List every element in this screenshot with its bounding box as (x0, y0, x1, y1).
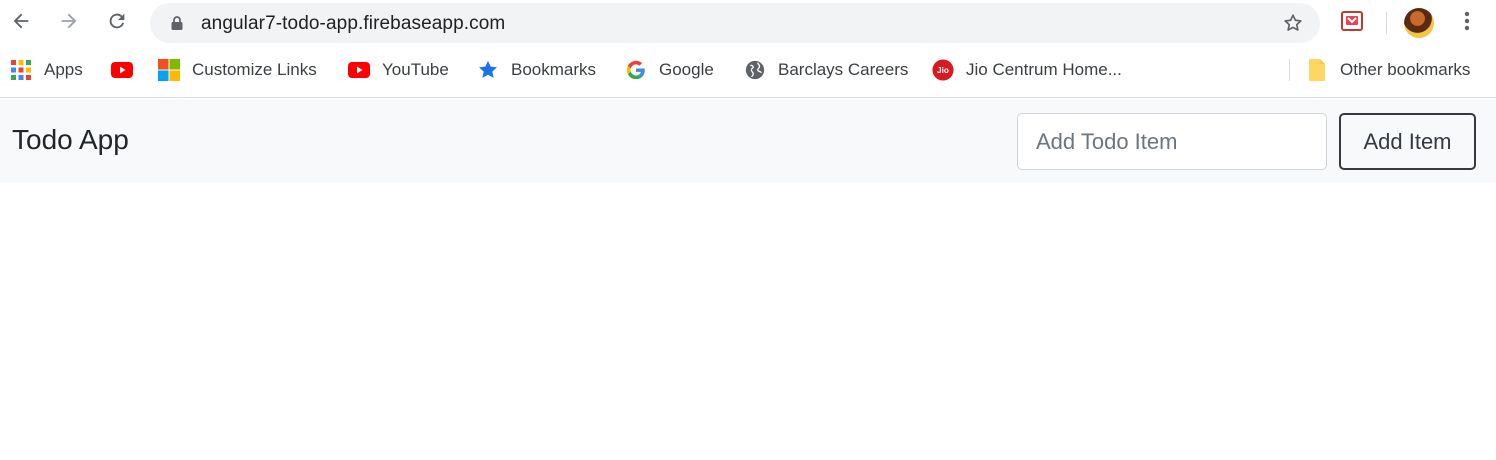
svg-text:Jio: Jio (937, 66, 949, 75)
pocket-icon (1340, 9, 1364, 38)
folder-icon (1306, 59, 1328, 81)
lock-icon (169, 15, 185, 31)
todo-input[interactable] (1017, 113, 1327, 170)
globe-icon (744, 59, 766, 81)
bookmark-label: Bookmarks (511, 60, 597, 79)
bookmark-other-bookmarks[interactable]: Other bookmarks (1306, 57, 1470, 83)
add-item-button[interactable]: Add Item (1339, 113, 1476, 170)
star-icon (477, 59, 499, 81)
profile-avatar[interactable] (1404, 8, 1434, 38)
bookmark-label: Customize Links (192, 60, 317, 79)
app-navbar: Todo App Add Item (0, 99, 1496, 183)
bookmark-barclays-careers[interactable]: Barclays Careers (744, 57, 908, 83)
bookmark-youtube[interactable]: YouTube (348, 57, 449, 83)
bookmark-label: Barclays Careers (778, 60, 909, 79)
jio-icon: Jio (932, 59, 954, 81)
bookmark-customize-links[interactable]: Customize Links (158, 57, 317, 83)
bookmark-label: Jio Centrum Home... (966, 60, 1122, 79)
url-text[interactable]: angular7-todo-app.firebaseapp.com (201, 13, 505, 35)
bookmark-apps[interactable]: Apps (10, 57, 83, 83)
microsoft-icon (158, 59, 180, 81)
bookmark-bookmarks[interactable]: Bookmarks (477, 57, 596, 83)
toolbar-divider (1386, 12, 1387, 34)
youtube-icon (348, 59, 370, 81)
arrow-right-icon (58, 10, 80, 37)
todo-list-area (0, 183, 1496, 460)
bookmark-label: Other bookmarks (1340, 60, 1471, 79)
pocket-extension-button[interactable] (1337, 9, 1367, 37)
browser-menu-button[interactable] (1456, 9, 1478, 37)
browser-toolbar: angular7-todo-app.firebaseapp.com (0, 0, 1496, 46)
bookmark-label: YouTube (382, 60, 449, 79)
bookmark-label: Google (659, 60, 714, 79)
bookmarks-divider (1289, 59, 1290, 81)
youtube-icon (111, 59, 133, 81)
bookmark-youtube-icon-only[interactable] (111, 57, 133, 83)
address-bar[interactable]: angular7-todo-app.firebaseapp.com (150, 3, 1320, 43)
google-icon (625, 59, 647, 81)
apps-grid-icon (10, 59, 32, 81)
back-button[interactable] (5, 7, 37, 39)
star-icon[interactable] (1282, 12, 1304, 34)
arrow-left-icon (10, 10, 32, 37)
reload-button[interactable] (101, 7, 133, 39)
bookmark-google[interactable]: Google (625, 57, 714, 83)
bookmark-label: Apps (44, 60, 83, 79)
forward-button[interactable] (53, 7, 85, 39)
reload-icon (106, 10, 128, 37)
app-brand[interactable]: Todo App (12, 124, 129, 156)
kebab-menu-icon (1464, 11, 1470, 36)
bookmarks-bar: Apps Customize Links YouTube Bookmarks G… (0, 46, 1496, 98)
bookmark-jio-centrum[interactable]: Jio Jio Centrum Home... (932, 57, 1122, 83)
